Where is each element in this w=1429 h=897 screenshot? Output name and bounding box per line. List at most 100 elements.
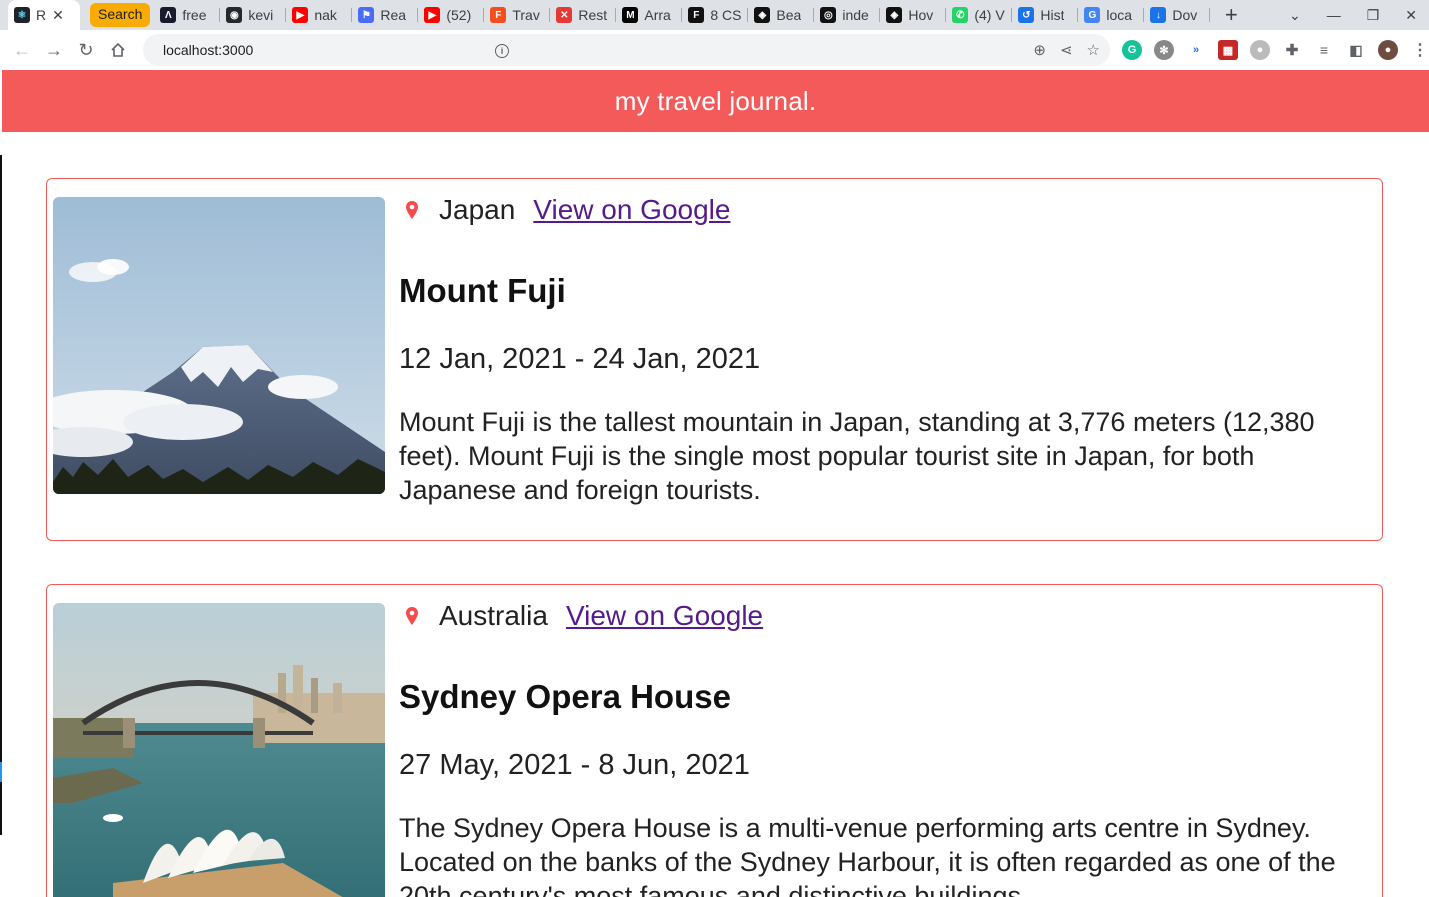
view-on-google-link[interactable]: View on Google [533,194,730,226]
new-tab-button[interactable]: + [1216,2,1246,28]
site-icon: ◎ [820,7,837,23]
entry-country: Japan [439,194,516,225]
tab-title: nak [314,7,337,23]
entry-photo-sydney-opera-house [53,603,385,897]
browser-tab[interactable]: ↺ Hist [1012,0,1079,30]
address-bar[interactable]: i localhost:3000 ⊕ ⋖ ☆ [143,34,1110,66]
whatsapp-icon: ✆ [952,7,969,23]
tab-title: Dov [1172,7,1198,23]
browser-tab-strip: ⚛ R ✕ Search Λfree ◉ kevi ▶ nak ⚑ Rea ▶ (52) F Tra… [0,0,1429,30]
zoom-icon[interactable]: ⊕ [1033,41,1046,59]
browser-tab[interactable]: ◎ inde [814,0,881,30]
grey-extension-icon[interactable]: ● [1250,40,1270,60]
entry-description: Mount Fuji is the tallest mountain in Ja… [399,407,1315,505]
browser-toolbar: ← → ↻ i localhost:3000 ⊕ ⋖ ☆ G ✻ » ▦ ● ✚… [0,30,1429,70]
entry-location: Japan View on Google [399,189,1370,231]
red-extension-icon[interactable]: ▦ [1218,40,1238,60]
entry-country: Australia [439,600,548,631]
browser-tab[interactable]: ↓ Dov [1144,0,1211,30]
lambda-icon: Λ [160,7,177,23]
back-button[interactable]: ← [6,34,38,66]
medium-icon: M [622,7,639,23]
minimize-icon[interactable]: — [1327,7,1341,23]
entry-description: The Sydney Opera House is a multi-venue … [399,813,1336,897]
browser-tab[interactable]: F 8 CS [682,0,749,30]
tab-title: (52) [446,7,472,23]
site-info-icon[interactable]: i [495,44,509,58]
tab-title: Rea [380,7,407,23]
youtube-icon: ▶ [424,7,441,23]
page-title: my travel journal. [614,85,817,116]
home-icon [111,42,125,57]
browser-tab[interactable]: ◈ Bea [748,0,815,30]
grammarly-icon[interactable]: G [1122,40,1142,60]
browser-tab[interactable]: ▶ (52) [418,0,485,30]
tab-title: 8 CS [710,7,742,23]
avatar[interactable]: ● [1378,40,1398,60]
entry-info: Japan View on Google Mount Fuji 12 Jan, … [399,189,1370,507]
react-icon: ⚛ [14,7,30,23]
share-icon[interactable]: ⋖ [1060,41,1073,59]
entry-title: Mount Fuji [399,272,566,309]
bookmark-star-icon[interactable]: ☆ [1087,41,1100,59]
tab-title: loca [1106,7,1133,23]
browser-tab[interactable]: Gloca [1078,0,1145,30]
entry-photo-mount-fuji [53,197,385,494]
tab-title: inde [842,7,869,23]
rest-icon: ✕ [556,7,573,23]
browser-tab[interactable]: ✆ (4) V [946,0,1013,30]
settings-extension-icon[interactable]: ✻ [1154,40,1174,60]
tab-title: kevi [248,7,274,23]
search-chip[interactable]: Search [90,3,151,27]
page-viewport: my travel journal. Japan View on Google … [2,70,1429,897]
left-window-edge-marker [0,762,2,782]
history-icon: ↺ [1018,7,1035,23]
view-on-google-link[interactable]: View on Google [566,600,763,632]
browser-tab[interactable]: Λfree [154,0,221,30]
youtube-icon: ▶ [292,7,309,23]
tab-title: free [182,7,207,23]
tab-title: Trav [512,7,540,23]
browser-tab[interactable]: ▶ nak [286,0,353,30]
github-icon: ◉ [226,7,243,23]
browser-tab[interactable]: M Arra [616,0,683,30]
entry-info: Australia View on Google Sydney Opera Ho… [399,595,1370,897]
tab-title: Hov [908,7,934,23]
journal-entry: Australia View on Google Sydney Opera Ho… [46,584,1383,897]
puzzle-icon[interactable]: ✚ [1282,40,1302,60]
tab-title: R [36,7,47,23]
close-window-icon[interactable]: ✕ [1405,7,1417,24]
tab-title: Hist [1040,7,1065,23]
tab-title: (4) V [974,7,1005,23]
menu-icon[interactable]: ⋮ [1410,40,1429,60]
side-panel-icon[interactable]: ◧ [1346,40,1366,60]
entry-dates: 27 May, 2021 - 8 Jun, 2021 [399,749,750,781]
browser-tab[interactable]: ◈ Hov [880,0,947,30]
forward-button[interactable]: → [38,34,70,66]
reload-button[interactable]: ↻ [70,34,102,66]
journal-entry: Japan View on Google Mount Fuji 12 Jan, … [46,178,1383,541]
reading-list-icon[interactable]: ≡ [1314,40,1334,60]
restore-icon[interactable]: ❐ [1367,7,1380,24]
f-icon: F [688,7,705,23]
entry-title: Sydney Opera House [399,678,731,715]
left-window-edge [0,155,2,835]
figma-icon: F [490,7,507,23]
browser-tab[interactable]: ✕ Rest [550,0,617,30]
flag-icon: ⚑ [358,7,375,23]
close-icon[interactable]: ✕ [52,7,64,24]
url-text[interactable]: localhost:3000 [163,42,253,58]
location-pin-icon [406,607,418,625]
codepen-icon: ◈ [886,7,903,23]
home-button[interactable] [102,34,134,66]
tab-title: Arra [644,7,671,23]
tab-active[interactable]: ⚛ R ✕ [8,0,80,30]
audio-extension-icon[interactable]: » [1186,40,1206,60]
browser-tab[interactable]: F Trav [484,0,551,30]
browser-tab[interactable]: ⚑ Rea [352,0,419,30]
browser-tab[interactable]: ◉ kevi [220,0,287,30]
tab-title: Rest [578,7,608,23]
tab-title: Bea [776,7,802,23]
tab-search-icon[interactable]: ⌄ [1289,7,1301,24]
entry-dates: 12 Jan, 2021 - 24 Jan, 2021 [399,343,761,375]
